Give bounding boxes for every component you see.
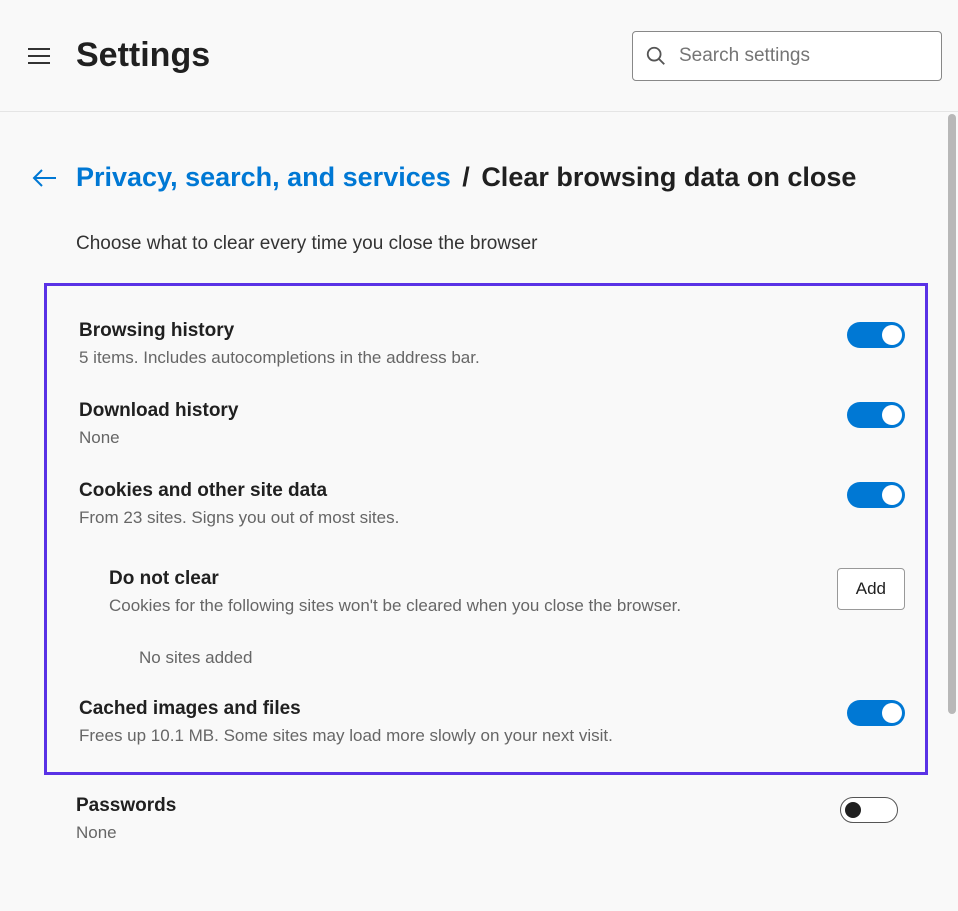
setting-title: Passwords: [76, 795, 820, 817]
search-icon: [645, 45, 667, 67]
header: Settings: [0, 0, 958, 112]
setting-title: Cookies and other site data: [79, 480, 827, 502]
setting-title: Do not clear: [109, 568, 817, 590]
scrollbar[interactable]: [948, 114, 956, 714]
setting-title: Download history: [79, 400, 827, 422]
breadcrumb-current: Clear browsing data on close: [481, 162, 856, 192]
setting-download-history: Download history None: [79, 388, 915, 468]
toggle-cookies[interactable]: [847, 482, 905, 508]
setting-cookies: Cookies and other site data From 23 site…: [79, 468, 915, 548]
setting-subtitle: From 23 sites. Signs you out of most sit…: [79, 508, 827, 528]
search-box[interactable]: [632, 31, 942, 81]
toggle-browsing-history[interactable]: [847, 322, 905, 348]
toggle-passwords[interactable]: [840, 797, 898, 823]
setting-subtitle: Cookies for the following sites won't be…: [109, 596, 817, 616]
content: Privacy, search, and services / Clear br…: [0, 112, 958, 903]
toggle-cached[interactable]: [847, 700, 905, 726]
setting-cached: Cached images and files Frees up 10.1 MB…: [79, 686, 915, 750]
setting-subtitle: None: [79, 428, 827, 448]
highlighted-settings-group: Browsing history 5 items. Includes autoc…: [44, 283, 928, 775]
breadcrumb-separator: /: [462, 162, 470, 192]
setting-passwords: Passwords None: [76, 783, 908, 863]
setting-subtitle: Frees up 10.1 MB. Some sites may load mo…: [79, 726, 827, 746]
do-not-clear-section: Do not clear Cookies for the following s…: [79, 548, 915, 626]
setting-title: Cached images and files: [79, 698, 827, 720]
setting-subtitle: None: [76, 823, 820, 843]
search-input[interactable]: [679, 45, 929, 67]
add-button[interactable]: Add: [837, 568, 905, 610]
section-description: Choose what to clear every time you clos…: [76, 233, 928, 255]
toggle-download-history[interactable]: [847, 402, 905, 428]
breadcrumb: Privacy, search, and services / Clear br…: [76, 160, 856, 195]
setting-title: Browsing history: [79, 320, 827, 342]
back-arrow-icon[interactable]: [32, 168, 58, 188]
setting-subtitle: 5 items. Includes autocompletions in the…: [79, 348, 827, 368]
page-title: Settings: [76, 36, 210, 75]
breadcrumb-parent[interactable]: Privacy, search, and services: [76, 162, 451, 192]
no-sites-message: No sites added: [79, 626, 915, 686]
setting-browsing-history: Browsing history 5 items. Includes autoc…: [79, 308, 915, 388]
menu-icon[interactable]: [28, 44, 52, 68]
